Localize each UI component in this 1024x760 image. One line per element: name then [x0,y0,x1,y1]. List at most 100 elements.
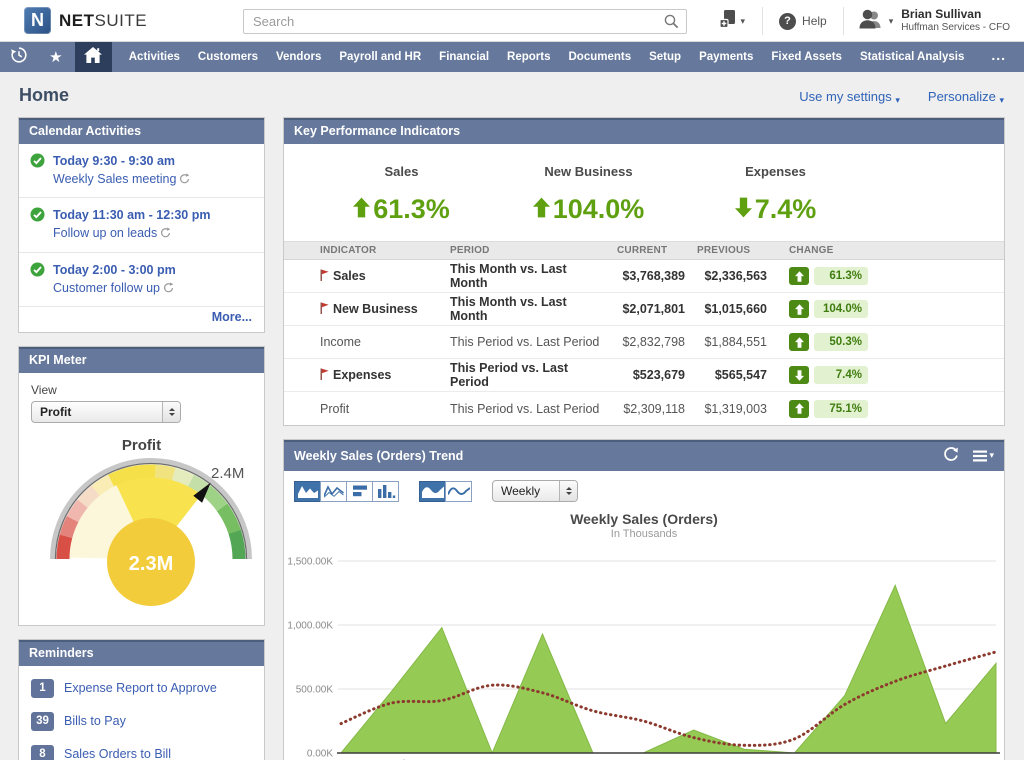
svg-text:1,500.00K: 1,500.00K [287,557,333,568]
chart-type-buttons [294,481,399,502]
calendar-event[interactable]: Today 9:30 - 9:30 am Weekly Sales meetin… [19,144,264,198]
nav-tab-setup[interactable]: Setup [640,42,690,72]
trend-chart: 0.00K500.00K1,000.00K1,500.00K17. Feb3. … [284,544,1004,760]
reminder-item[interactable]: 8 Sales Orders to Bill [19,738,264,760]
reminder-label[interactable]: Bills to Pay [64,714,126,728]
help-button[interactable]: ? Help [763,13,843,30]
reminder-label[interactable]: Sales Orders to Bill [64,747,171,760]
calendar-event[interactable]: Today 2:00 - 3:00 pm Customer follow up [19,253,264,307]
chevron-down-icon: ▾ [999,95,1004,105]
up-arrow-badge-icon [789,400,809,418]
indicator-current: $2,309,118 [605,402,685,416]
personalize-link[interactable]: Personalize ▾ [928,89,1004,104]
reminders-panel: Reminders 1 Expense Report to Approve39 … [18,639,265,760]
nav-tab-documents[interactable]: Documents [559,42,640,72]
reminder-item[interactable]: 1 Expense Report to Approve [19,672,264,705]
indicator-change: 50.3% [789,333,1004,351]
kpi-table-row[interactable]: New Business This Month vs. Last Month $… [284,293,1004,326]
reminder-count-badge: 8 [31,745,54,760]
search-icon[interactable] [664,14,679,34]
reminder-count-badge: 1 [31,679,54,698]
calendar-activities-panel: Calendar Activities Today 9:30 - 9:30 am… [18,117,265,333]
recurring-icon [160,281,174,295]
calendar-more-link[interactable]: More... [19,307,264,332]
column-chart-button[interactable] [372,481,399,502]
period-select[interactable]: Weekly [492,480,578,502]
create-new-button[interactable]: ▾ [700,8,763,34]
kpi-table-row[interactable]: Expenses This Period vs. Last Period $52… [284,359,1004,392]
indicator-period: This Period vs. Last Period [450,361,605,389]
nav-tab-financial[interactable]: Financial [430,42,498,72]
kpi-table-row[interactable]: Profit This Period vs. Last Period $2,30… [284,392,1004,425]
change-percent-badge: 61.3% [814,267,868,285]
nav-tab-statistical-analysis[interactable]: Statistical Analysis [851,42,973,72]
indicator-period: This Period vs. Last Period [450,402,605,416]
use-my-settings-link[interactable]: Use my settings ▾ [799,89,900,104]
help-label: Help [802,14,827,28]
nav-tab-reports[interactable]: Reports [498,42,559,72]
column-header: CHANGE [767,245,1004,256]
nav-tab-customers[interactable]: Customers [189,42,267,72]
top-right-cluster: ▾ ? Help ▾ Brian Sullivan Huffman Servic… [700,0,1016,42]
select-stepper-icon [162,402,180,422]
home-icon [84,47,102,68]
calendar-list: Today 9:30 - 9:30 am Weekly Sales meetin… [19,144,264,307]
home-tab[interactable] [75,42,112,72]
indicator-previous: $2,336,563 [685,269,767,283]
chart-titles: Weekly Sales (Orders) In Thousands [284,511,1004,540]
kpi-table-row[interactable]: Sales This Month vs. Last Month $3,768,3… [284,260,1004,293]
page-title: Home [19,85,69,106]
user-name: Brian Sullivan [901,7,1010,22]
column-header: INDICATOR [320,245,450,256]
gauge-title: Profit [31,437,252,454]
indicator-name: New Business [333,302,418,316]
down-arrow-badge-icon [789,366,809,384]
nav-tab-fixed-assets[interactable]: Fixed Assets [762,42,851,72]
nav-tab-payroll-and-hr[interactable]: Payroll and HR [330,42,430,72]
calendar-event[interactable]: Today 11:30 am - 12:30 pm Follow up on l… [19,198,264,252]
nav-tab-vendors[interactable]: Vendors [267,42,330,72]
line-chart-button[interactable] [320,481,347,502]
nav-tab-payments[interactable]: Payments [690,42,762,72]
svg-text:1,000.00K: 1,000.00K [287,621,333,632]
star-icon: ★ [49,48,62,66]
flag-icon [320,368,329,383]
stacked-chart-button[interactable] [346,481,373,502]
help-icon: ? [779,13,796,30]
user-role: Huffman Services - CFO [901,22,1010,35]
chart-subtitle: In Thousands [284,528,1004,540]
svg-text:0.00K: 0.00K [307,749,333,760]
event-time: Today 9:30 - 9:30 am [53,152,190,170]
indicator-name: Profit [320,402,349,416]
kpi-highlight-value: 104.0% [553,194,645,225]
smooth-area-chart-button[interactable] [419,481,446,502]
reminder-item[interactable]: 39 Bills to Pay [19,705,264,738]
search-input[interactable] [243,9,687,34]
reminder-count-badge: 39 [31,712,54,731]
shortcuts-button[interactable]: ★ [37,42,74,72]
up-arrow-icon [533,194,550,225]
column-chart-icon [376,484,396,498]
page-head-links: Use my settings ▾ Personalize ▾ [799,89,1004,104]
kpi-table-row[interactable]: Income This Period vs. Last Period $2,83… [284,326,1004,359]
kpi-meter-view-select[interactable]: Profit [31,401,181,423]
up-arrow-icon [353,194,370,225]
portlet-menu-icon[interactable]: ▾ [973,450,994,462]
refresh-icon[interactable] [943,446,959,465]
reminders-header: Reminders [19,640,264,666]
nav-more-button[interactable]: ... [973,42,1024,72]
netsuite-logo-mark: N [24,7,51,34]
area-chart-button[interactable] [294,481,321,502]
smooth-line-chart-button[interactable] [445,481,472,502]
global-search [243,9,687,34]
nav-tab-activities[interactable]: Activities [120,42,189,72]
netsuite-logo[interactable]: N NETSUITE [24,7,147,34]
page-head: Home Use my settings ▾ Personalize ▾ [0,72,1024,117]
kpi-highlight-label: Expenses [682,164,869,179]
user-menu[interactable]: ▾ Brian Sullivan Huffman Services - CFO [844,7,1016,35]
column-header: CURRENT [605,245,685,256]
main-column: Key Performance Indicators Sales 61.3%Ne… [283,117,1005,760]
profit-gauge: Profit 2.3M2.4M [31,437,252,611]
recent-records-button[interactable] [0,42,37,72]
reminder-label[interactable]: Expense Report to Approve [64,681,217,695]
